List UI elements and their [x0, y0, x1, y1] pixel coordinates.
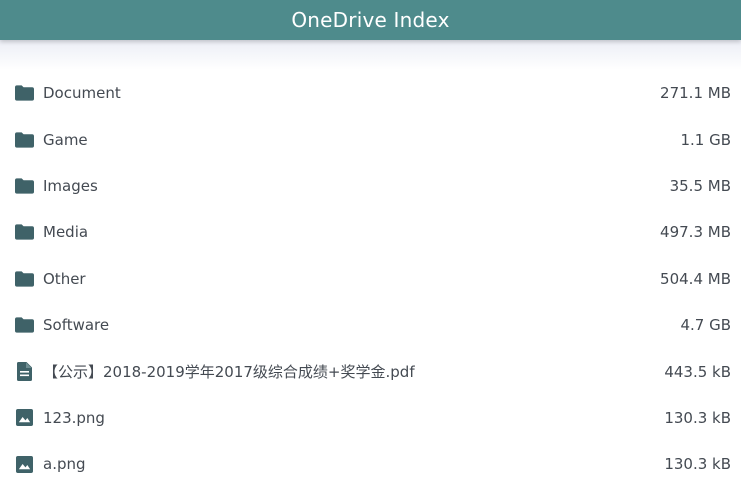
item-name: Game — [43, 130, 88, 149]
list-item-123-png[interactable]: 123.png 130.3 kB — [0, 395, 741, 441]
item-name: Document — [43, 84, 121, 103]
list-item-a-png[interactable]: a.png 130.3 kB — [0, 441, 741, 487]
list-item-pdf[interactable]: 【公示】2018-2019学年2017级综合成绩+奖学金.pdf 443.5 k… — [0, 348, 741, 394]
item-name: a.png — [43, 455, 86, 474]
list-item-media[interactable]: Media 497.3 MB — [0, 209, 741, 255]
folder-icon — [15, 130, 34, 149]
item-size: 130.3 kB — [664, 408, 731, 427]
item-size: 35.5 MB — [669, 176, 731, 195]
item-size: 443.5 kB — [664, 362, 731, 381]
list-item-other[interactable]: Other 504.4 MB — [0, 256, 741, 302]
item-name: Other — [43, 269, 86, 288]
image-icon — [15, 408, 34, 427]
file-list: Document 271.1 MB Game 1.1 GB Images 35.… — [0, 70, 741, 488]
item-size: 271.1 MB — [660, 84, 731, 103]
app-header: OneDrive Index — [0, 0, 741, 40]
item-name: Images — [43, 176, 98, 195]
item-name: 123.png — [43, 408, 105, 427]
item-name: 【公示】2018-2019学年2017级综合成绩+奖学金.pdf — [43, 363, 415, 382]
image-icon — [15, 455, 34, 474]
list-item-document[interactable]: Document 271.1 MB — [0, 70, 741, 116]
list-item-game[interactable]: Game 1.1 GB — [0, 116, 741, 162]
header-spacer — [0, 40, 741, 70]
item-size: 497.3 MB — [660, 223, 731, 242]
item-size: 1.1 GB — [680, 130, 731, 149]
item-name: Software — [43, 316, 110, 335]
item-size: 4.7 GB — [680, 316, 731, 335]
folder-icon — [15, 223, 34, 242]
folder-icon — [15, 176, 34, 195]
list-item-images[interactable]: Images 35.5 MB — [0, 163, 741, 209]
folder-icon — [15, 84, 34, 103]
item-size: 504.4 MB — [660, 269, 731, 288]
folder-icon — [15, 316, 34, 335]
item-size: 130.3 kB — [664, 455, 731, 474]
page-title: OneDrive Index — [291, 8, 450, 32]
item-name: Media — [43, 223, 89, 242]
document-icon — [15, 362, 34, 382]
folder-icon — [15, 269, 34, 288]
list-item-software[interactable]: Software 4.7 GB — [0, 302, 741, 348]
